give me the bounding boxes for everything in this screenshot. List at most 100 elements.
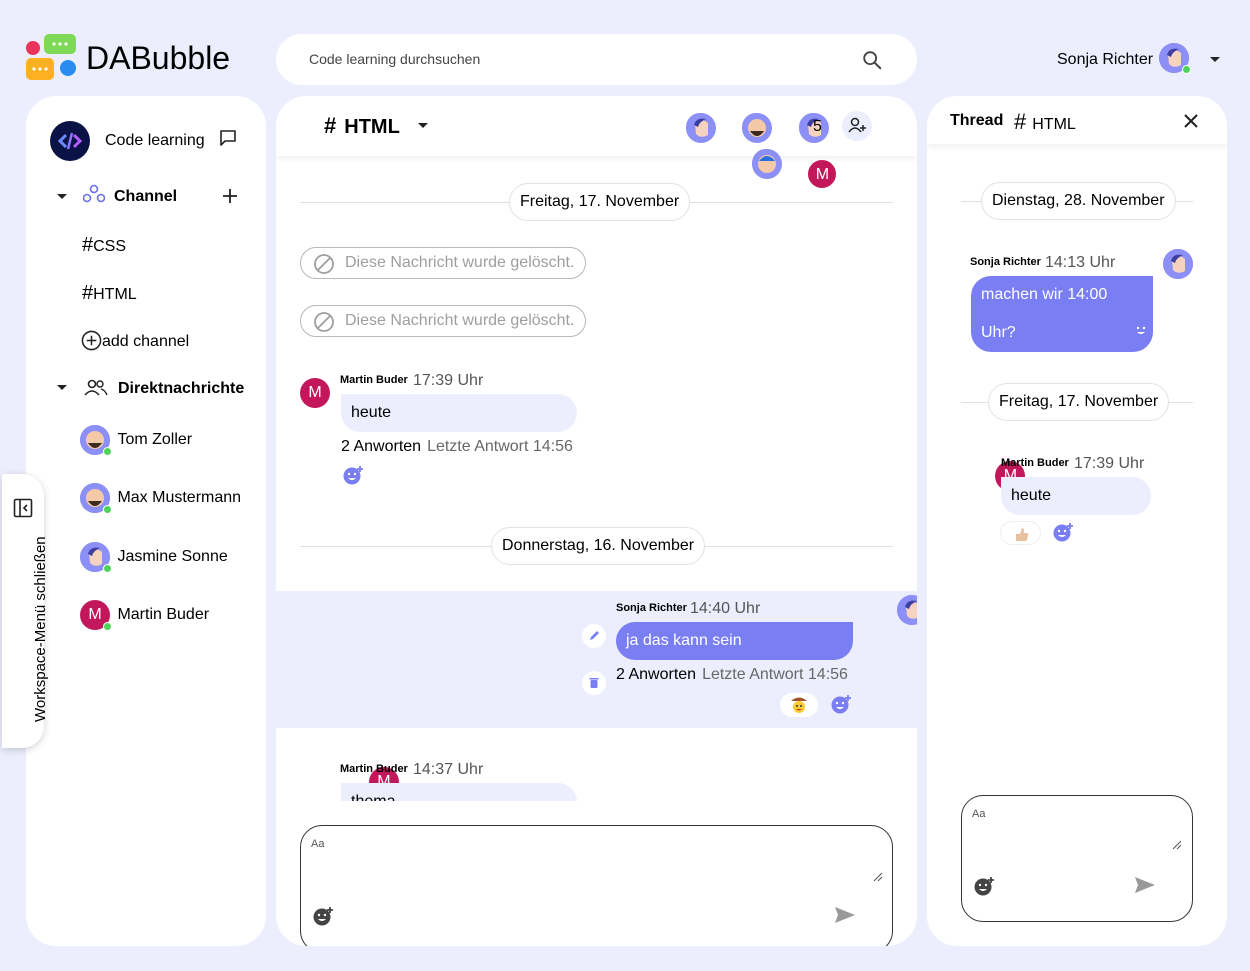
online-indicator (103, 622, 112, 631)
message-bubble: machen wir 14:00 Uhr? (971, 276, 1153, 352)
workspace-code-icon (57, 132, 83, 150)
close-icon[interactable] (1183, 113, 1199, 129)
add-reaction-icon[interactable] (1052, 521, 1074, 543)
add-member-button[interactable] (842, 111, 872, 141)
thread-answers-link[interactable]: 2 Anworten Letzte Antwort 14:56 (616, 666, 848, 684)
message-author[interactable]: Martin Buder (1001, 457, 1069, 469)
hash-icon: # (82, 282, 94, 304)
emoji-picker-icon[interactable] (312, 905, 334, 927)
avatar (741, 112, 773, 143)
add-channel-label: add channel (102, 333, 190, 350)
chevron-down-icon (418, 123, 428, 128)
dm-name: Jasmine Sonne (117, 548, 228, 565)
user-avatar[interactable] (1159, 43, 1191, 78)
cowboy-emoji-icon (791, 697, 807, 713)
channel-group-icon (83, 184, 105, 203)
channel-section-header[interactable]: Channel (114, 188, 177, 206)
dm-collapse-chevron-icon[interactable] (56, 384, 68, 392)
channel-panel: # HTML M 5 Freitag, 17. November Diese Na… (276, 96, 917, 946)
ban-icon (314, 312, 334, 332)
thread-message-input[interactable]: Aa (961, 795, 1193, 922)
add-reaction-icon[interactable] (342, 464, 364, 486)
search-placeholder: Code learning durchsuchen (309, 51, 481, 67)
thread-panel: Thread # HTML Dienstag, 28. November Sonj… (927, 96, 1227, 946)
send-icon[interactable] (1133, 875, 1157, 895)
hash-icon: # (1014, 109, 1027, 134)
resize-handle-icon[interactable] (1172, 840, 1182, 850)
sidebar-item-css[interactable]: #CSS (82, 234, 126, 257)
channel-title: HTML (344, 116, 400, 138)
date-label: Freitag, 17. November (509, 183, 691, 221)
send-icon[interactable] (833, 905, 857, 925)
trash-icon (589, 678, 599, 688)
user-menu-chevron-icon[interactable] (1208, 56, 1222, 64)
avatar[interactable] (1163, 249, 1193, 279)
message-time: 14:40 Uhr (690, 600, 761, 617)
sidebar-item-html[interactable]: #HTML (82, 282, 137, 305)
online-indicator (103, 505, 112, 514)
search-bar[interactable]: Code learning durchsuchen (276, 34, 917, 85)
avatar (80, 425, 112, 456)
message-bubble: heute (341, 394, 577, 432)
reaction-badge[interactable] (1000, 521, 1041, 545)
reaction-badge[interactable] (780, 693, 818, 717)
resize-handle-icon[interactable] (873, 872, 883, 882)
message-input[interactable]: Aa (300, 825, 893, 946)
workspace-name: Code learning (105, 132, 205, 149)
app-logo (26, 34, 78, 82)
deleted-message: Diese Nachricht wurde gelöscht. (300, 247, 586, 279)
edit-button[interactable] (582, 624, 606, 648)
member-count[interactable]: 5 (813, 118, 822, 136)
member-avatars[interactable]: M (685, 112, 838, 189)
workspace-logo (50, 121, 90, 161)
user-name[interactable]: Sonja Richter (1057, 51, 1153, 69)
hash-icon: # (82, 234, 94, 256)
avatar (751, 148, 782, 179)
thread-answers-link[interactable]: 2 Anworten Letzte Antwort 14:56 (341, 438, 573, 456)
thread-title: Thread (950, 112, 1004, 129)
dm-item-tom-zoller[interactable]: Tom Zoller (80, 425, 193, 456)
delete-button[interactable] (582, 671, 606, 695)
hash-icon: # (324, 113, 337, 138)
dm-name: Martin Buder (117, 606, 210, 623)
add-reaction-icon[interactable] (1131, 318, 1153, 340)
avatar[interactable] (897, 595, 917, 625)
add-channel-plus-icon[interactable] (222, 188, 238, 204)
new-message-icon[interactable] (219, 129, 237, 147)
message-author[interactable]: Sonja Richter (616, 602, 687, 614)
logo-icon (26, 34, 76, 80)
avatar (80, 542, 112, 573)
message-clip: thema (340, 783, 580, 801)
dm-name: Tom Zoller (117, 431, 193, 448)
message-author[interactable]: Martin Buder (340, 763, 408, 775)
avatar[interactable]: M (300, 378, 330, 408)
workspace-toggle-tab[interactable]: Workspace-Menü schließen (2, 474, 49, 748)
message-author[interactable]: Sonja Richter (970, 256, 1041, 268)
workspace-sidebar: Code learning Channel #CSS #HTML add cha… (26, 96, 266, 946)
date-label: Dienstag, 28. November (981, 182, 1176, 220)
emoji-picker-icon[interactable] (973, 875, 995, 897)
thread-channel: # HTML (1014, 109, 1076, 134)
dm-section-header[interactable]: Direktnachrichten (118, 380, 244, 398)
add-channel-button[interactable]: add channel (81, 330, 189, 351)
search-icon[interactable] (861, 49, 883, 71)
message-author[interactable]: Martin Buder (340, 374, 408, 386)
people-icon (84, 379, 108, 396)
message-bubble: heute (1001, 477, 1151, 515)
dm-item-martin-buder[interactable]: M Martin Buder (80, 600, 210, 631)
add-reaction-icon[interactable] (830, 693, 852, 715)
deleted-message: Diese Nachricht wurde gelöscht. (300, 305, 586, 337)
app-title: DABubble (86, 40, 231, 76)
dm-item-jasmine-sonne[interactable]: Jasmine Sonne (80, 542, 228, 573)
online-indicator (103, 447, 112, 456)
avatar (685, 112, 716, 143)
message-time: 14:37 Uhr (413, 761, 484, 778)
add-circle-icon (81, 330, 102, 351)
avatar: M (80, 600, 112, 631)
message-time: 17:39 Uhr (1074, 455, 1145, 472)
message-time: 14:13 Uhr (1045, 254, 1116, 271)
dm-item-max-mustermann[interactable]: Max Mustermann (80, 483, 241, 514)
channel-collapse-chevron-icon[interactable] (56, 193, 68, 201)
add-person-icon (848, 117, 866, 133)
channel-title-button[interactable]: # HTML (324, 113, 429, 139)
